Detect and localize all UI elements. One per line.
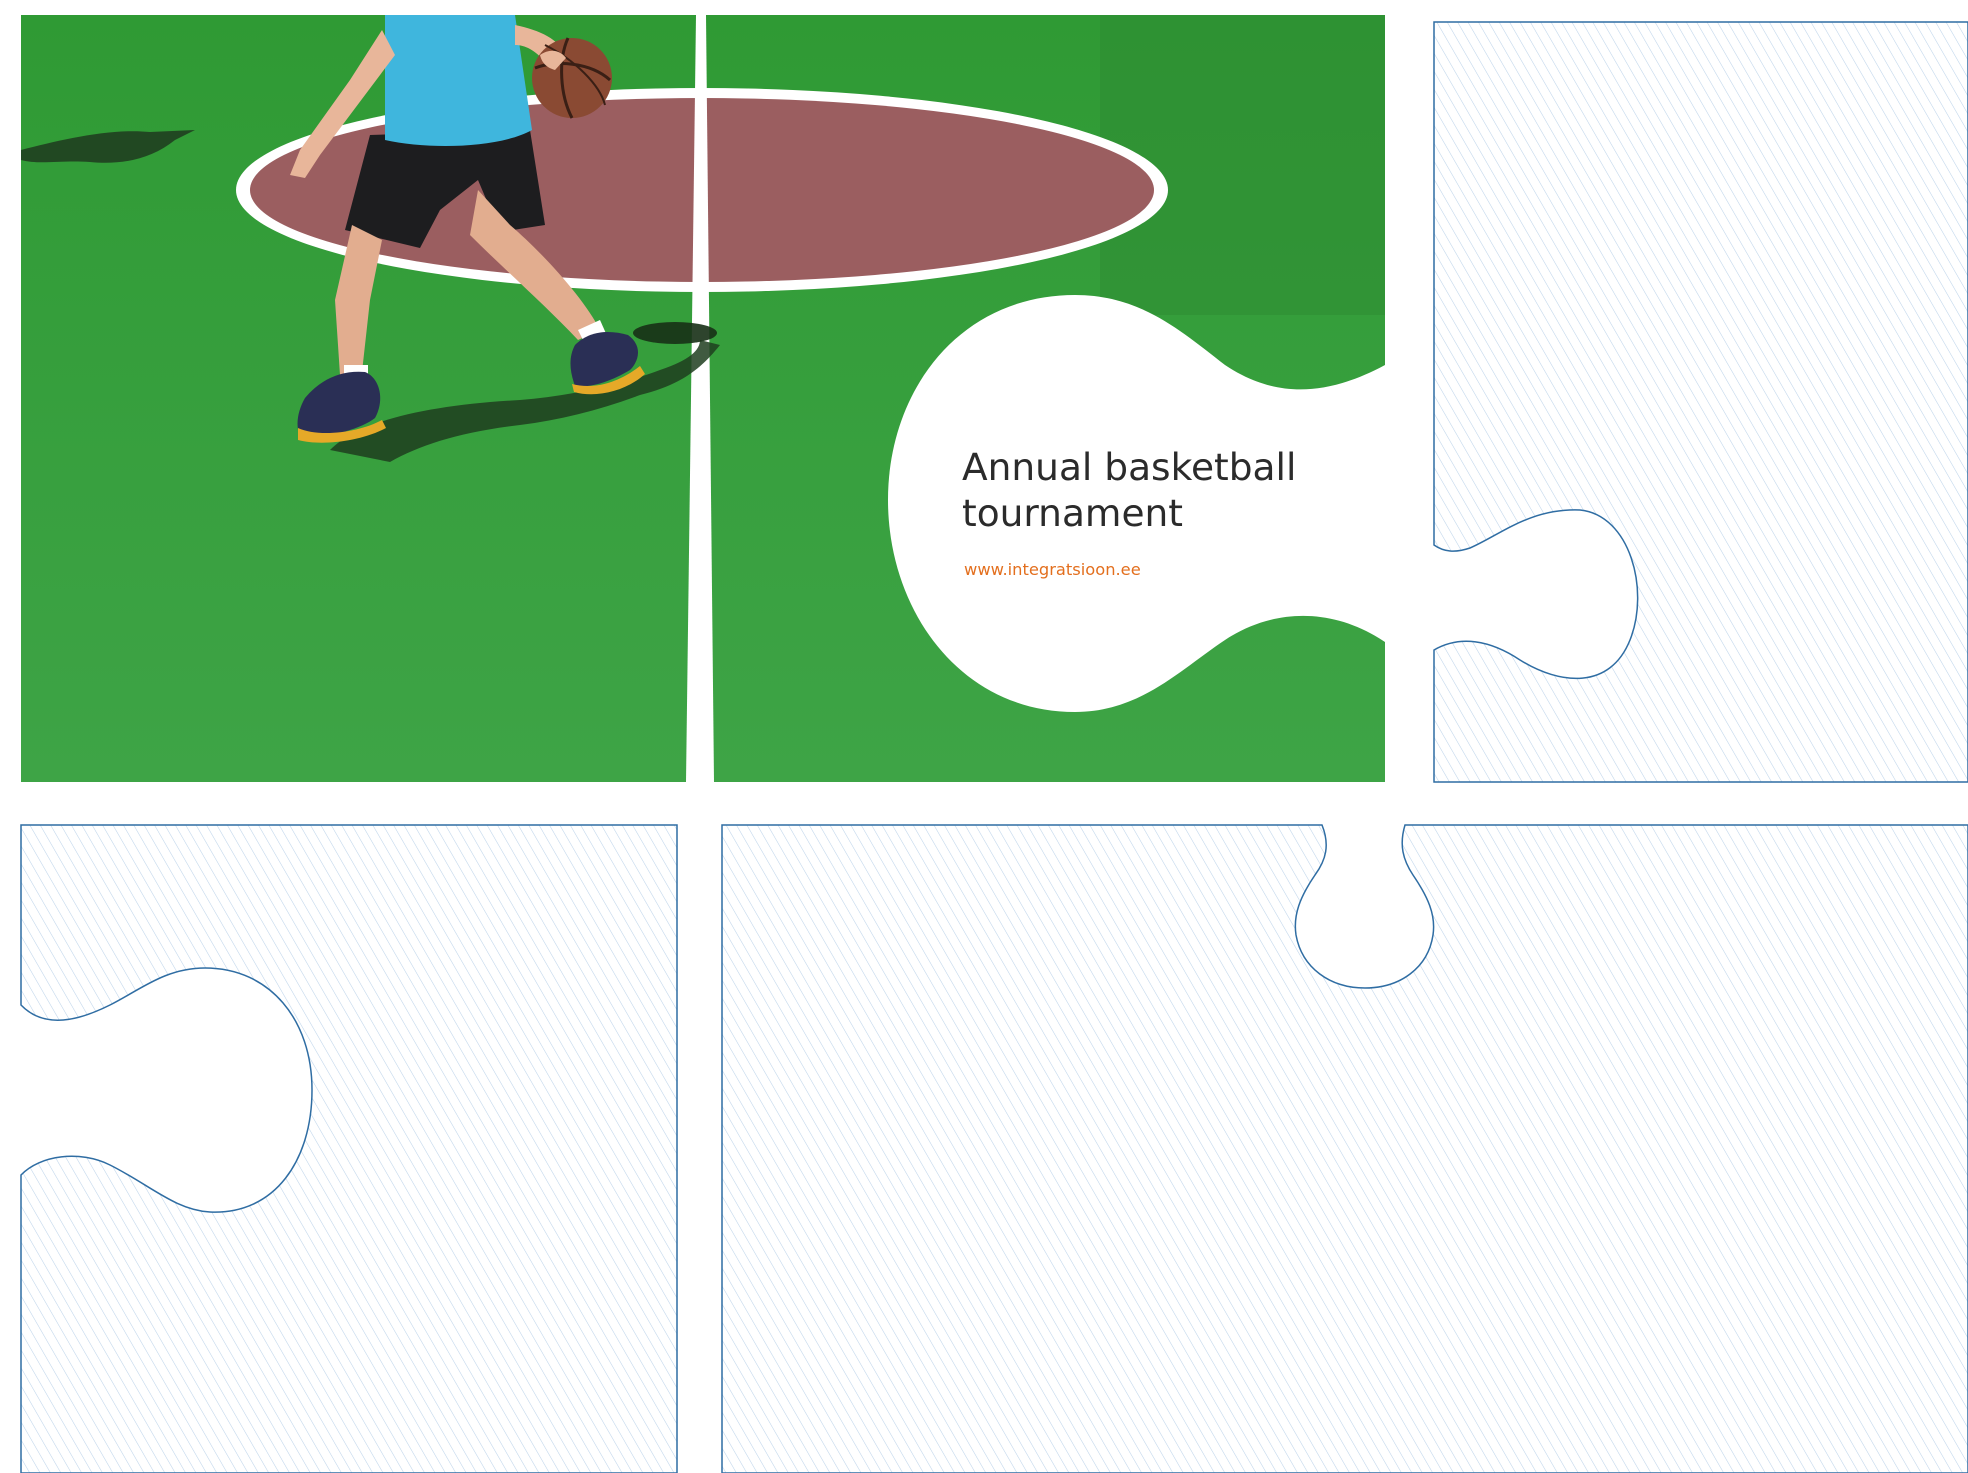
puzzle-placeholder-shape	[721, 824, 1968, 1473]
layout-stage: Annual basketball tournament www.integra…	[20, 15, 1968, 1473]
hero-frame: Annual basketball tournament www.integra…	[21, 15, 1385, 782]
placeholder-panel-top-right	[1433, 21, 1968, 783]
puzzle-placeholder-shape	[20, 824, 678, 1473]
placeholder-panel-bottom-left	[20, 824, 678, 1473]
ball-shadow	[633, 322, 717, 344]
basketball-icon	[532, 37, 612, 119]
court-photo	[21, 15, 1385, 782]
tournament-title-line-2: tournament	[962, 491, 1183, 535]
puzzle-placeholder-shape	[1433, 21, 1968, 783]
website-link[interactable]: www.integratsioon.ee	[964, 560, 1141, 579]
tournament-title-line-1: Annual basketball	[962, 445, 1296, 489]
placeholder-panel-bottom-right	[721, 824, 1968, 1473]
